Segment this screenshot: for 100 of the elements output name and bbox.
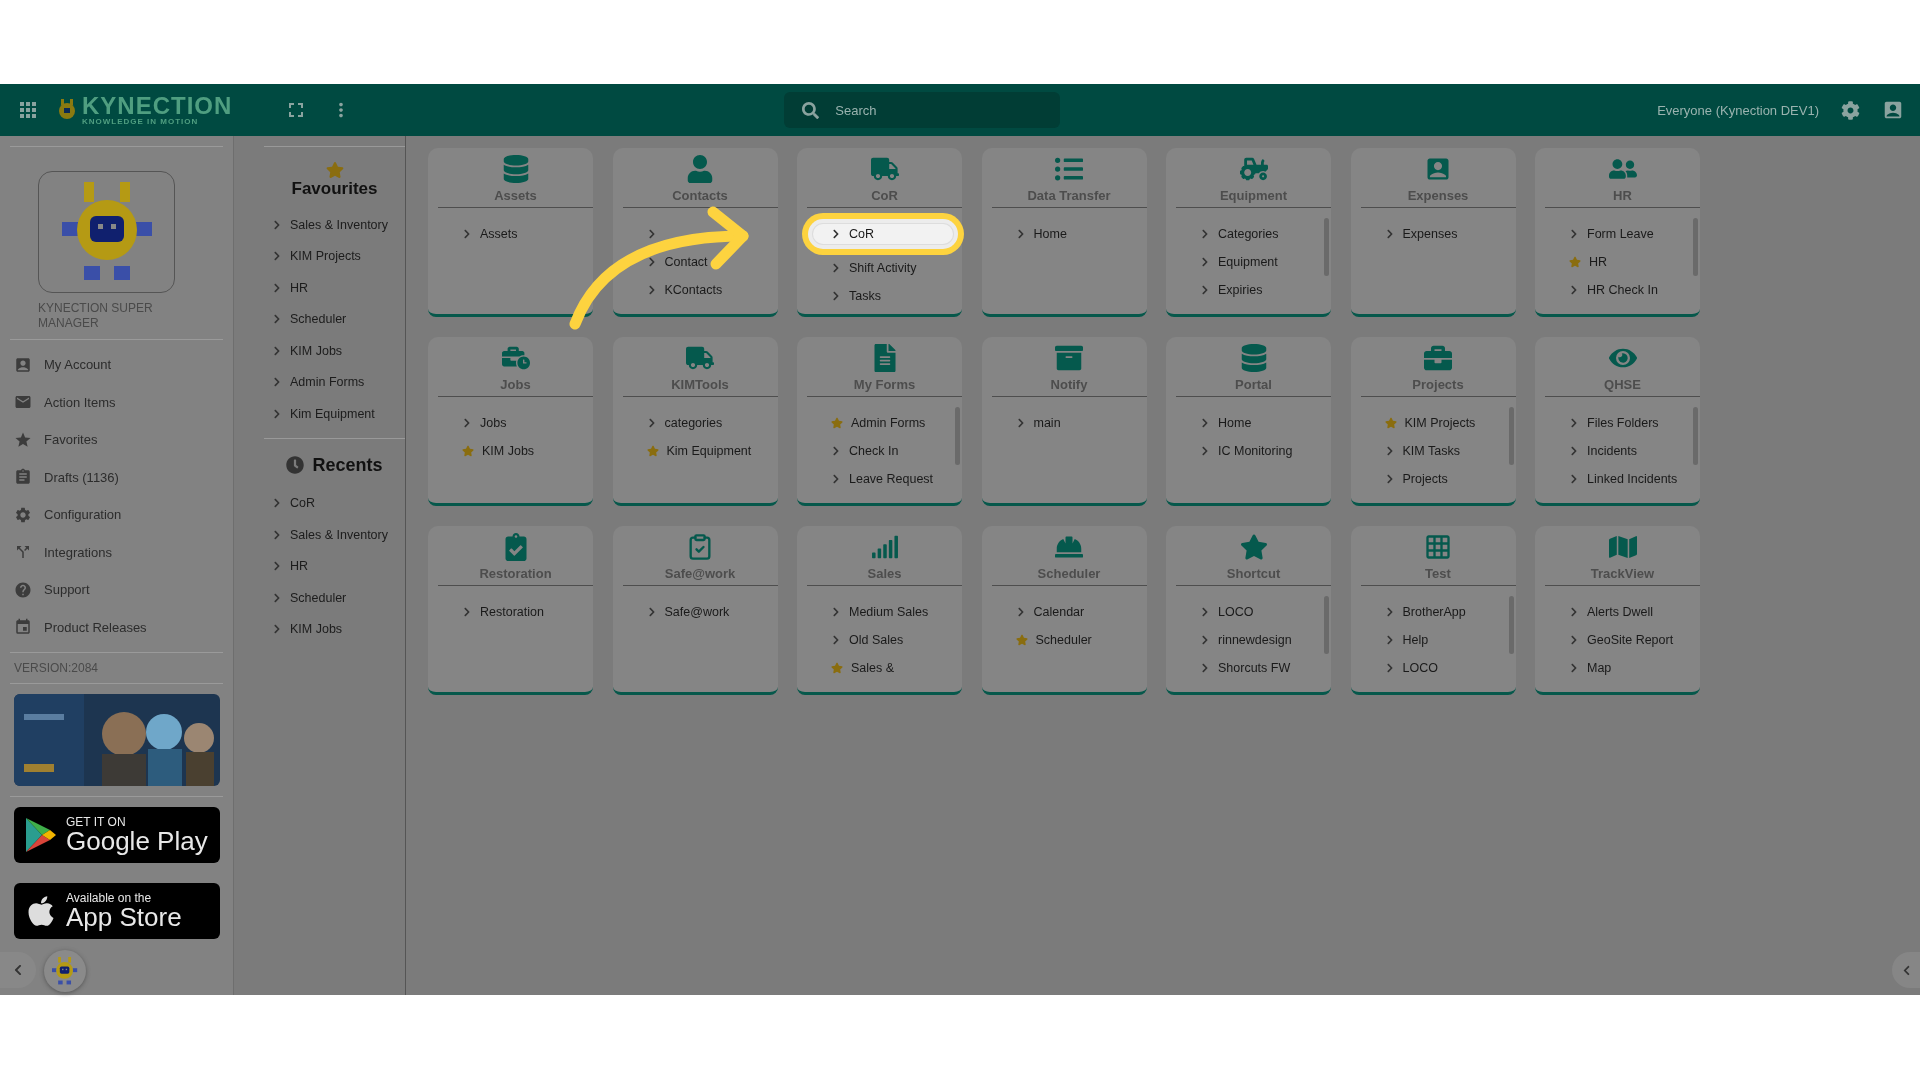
star-icon (831, 417, 843, 429)
module-link[interactable]: Expenses (1384, 224, 1516, 244)
module-link[interactable]: Old Sales (831, 630, 962, 650)
module-link[interactable]: Help (1384, 630, 1516, 650)
module-link[interactable]: Assets (462, 224, 593, 244)
menu-item[interactable]: Action Items (10, 383, 223, 421)
module-link[interactable]: Medium Sales (831, 602, 962, 622)
chevron-icon (1384, 663, 1395, 673)
settings-icon[interactable] (1841, 100, 1860, 120)
chevron-icon (831, 607, 841, 617)
recent-link[interactable]: KIM Jobs (264, 613, 405, 645)
module-link[interactable]: Shift Activity (831, 258, 962, 278)
menu-item[interactable]: Support (10, 571, 223, 609)
bar-chart-icon (870, 533, 899, 561)
recent-link[interactable]: Scheduler (264, 582, 405, 614)
module-link[interactable]: IC Monitoring (1200, 441, 1331, 461)
chevron-icon (646, 285, 657, 295)
chevron-icon (831, 474, 841, 484)
module-link[interactable]: BrotherApp (1384, 602, 1516, 622)
store-badge[interactable]: Available on the App Store (14, 883, 220, 939)
module-link[interactable]: Kim Equipment (646, 441, 778, 461)
tile-title: Restoration (479, 566, 552, 581)
recent-link[interactable]: HR (264, 550, 405, 582)
recent-link[interactable]: Sales & Inventory (264, 519, 405, 551)
favourite-link[interactable]: Scheduler (264, 303, 405, 335)
chevron-icon (1569, 474, 1579, 484)
module-link[interactable]: main (1015, 413, 1147, 433)
favourite-link[interactable]: Admin Forms (264, 366, 405, 398)
module-link[interactable]: LOCO (1384, 658, 1516, 678)
tile-title: QHSE (1604, 377, 1641, 392)
star-icon (831, 662, 843, 674)
chevron-icon (272, 282, 282, 293)
menu-item[interactable]: Configuration (10, 496, 223, 534)
module-link[interactable]: LOCO (1200, 602, 1331, 622)
menu-item[interactable]: Favorites (10, 421, 223, 459)
chevron-icon (1384, 446, 1395, 456)
module-link[interactable]: Home (1015, 224, 1147, 244)
module-link[interactable]: Contact (646, 252, 778, 272)
store-badge[interactable]: GET IT ON Google Play (14, 807, 220, 863)
module-link[interactable]: Sales & (831, 658, 962, 678)
chevron-icon (1015, 607, 1026, 617)
module-link[interactable]: Check In (831, 441, 962, 461)
robot-icon (52, 957, 78, 985)
chevron-icon (272, 561, 282, 572)
module-link[interactable]: Home (1200, 413, 1331, 433)
account-icon[interactable] (1882, 99, 1904, 121)
module-link[interactable]: categories (646, 413, 778, 433)
menu-item[interactable]: My Account (10, 346, 223, 384)
module-link[interactable]: Linked Incidents (1569, 469, 1700, 489)
module-link[interactable]: KIM Tasks (1384, 441, 1516, 461)
module-link[interactable]: Projects (1384, 469, 1516, 489)
favourite-link[interactable]: KIM Jobs (264, 335, 405, 367)
module-link[interactable]: rinnewdesign (1200, 630, 1331, 650)
module-link[interactable]: Safe@work (646, 602, 778, 622)
chevron-icon (1569, 229, 1579, 239)
star-icon (462, 445, 474, 457)
chevron-icon (1384, 474, 1395, 484)
chevron-icon (1200, 607, 1210, 617)
module-link[interactable]: KContacts (646, 280, 778, 300)
module-link[interactable]: Form Leave (1569, 224, 1700, 244)
assistant-button[interactable] (44, 950, 86, 992)
module-link[interactable]: Alerts Dwell (1569, 602, 1700, 622)
module-link[interactable]: GeoSite Report (1569, 630, 1700, 650)
module-link[interactable]: HR Check In (1569, 280, 1700, 300)
menu-item[interactable]: Drafts (1136) (10, 458, 223, 496)
truck-icon (870, 155, 899, 183)
module-link[interactable]: Shorcuts FW (1200, 658, 1331, 678)
chevron-icon (272, 377, 282, 388)
module-link[interactable]: KIM Jobs (462, 441, 593, 461)
module-link[interactable]: Equipment (1200, 252, 1331, 272)
module-link[interactable]: HR (1569, 252, 1700, 272)
favourite-link[interactable]: KIM Projects (264, 240, 405, 272)
tile-title: Test (1425, 566, 1451, 581)
tile-title: Safe@work (664, 566, 736, 581)
favourite-link[interactable]: Kim Equipment (264, 398, 405, 430)
module-link[interactable]: Scheduler (1015, 630, 1147, 650)
module-link[interactable]: Tasks (831, 286, 962, 306)
module-link[interactable]: Expiries (1200, 280, 1331, 300)
module-link[interactable]: Leave Request (831, 469, 962, 489)
collapse-button[interactable] (0, 952, 36, 988)
favourite-link[interactable]: Sales & Inventory (264, 209, 405, 241)
module-link[interactable]: Files Folders (1569, 413, 1700, 433)
module-link[interactable]: Restoration (462, 602, 593, 622)
search-field[interactable]: Search (784, 92, 1061, 128)
module-link[interactable]: KIM Projects (1384, 413, 1516, 433)
menu-item[interactable]: Integrations (10, 533, 223, 571)
workspace-selector[interactable]: Everyone (Kynection DEV1) (1657, 102, 1819, 118)
search-input[interactable]: Search (833, 101, 1038, 119)
module-link[interactable]: Map (1569, 658, 1700, 678)
menu-item[interactable]: Product Releases (10, 608, 223, 646)
tile-title: CoR (871, 188, 898, 203)
recent-link[interactable]: CoR (264, 487, 405, 519)
module-link[interactable]: Categories (1200, 224, 1331, 244)
module-link[interactable]: Incidents (1569, 441, 1700, 461)
module-link[interactable]: Admin Forms (831, 413, 962, 433)
module-link[interactable]: Jobs (462, 413, 593, 433)
archive-icon (1055, 344, 1083, 372)
favourite-link[interactable]: HR (264, 272, 405, 304)
tractor-icon (1239, 155, 1268, 183)
module-link[interactable]: Calendar (1015, 602, 1147, 622)
